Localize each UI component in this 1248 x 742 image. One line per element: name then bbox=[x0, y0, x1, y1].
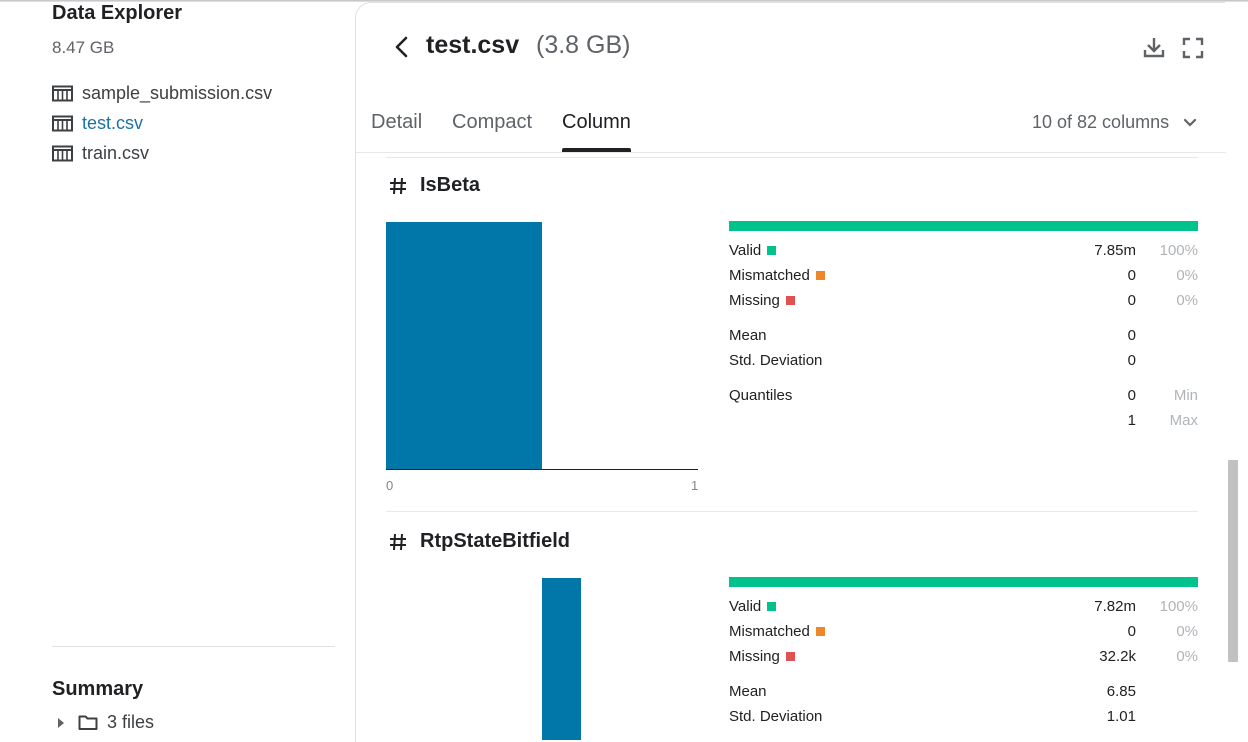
vertical-scrollbar-thumb[interactable] bbox=[1228, 460, 1238, 662]
file-label: sample_submission.csv bbox=[82, 82, 273, 103]
stat-label: Missing bbox=[729, 648, 780, 665]
download-icon[interactable] bbox=[1141, 35, 1167, 61]
missing-legend-swatch bbox=[785, 652, 795, 661]
stat-valid: Valid 7.85m 100% bbox=[729, 242, 1198, 262]
column-header: RtpStateBitfield bbox=[388, 530, 570, 553]
tab-column[interactable]: Column bbox=[562, 111, 631, 134]
stat-value: 1 bbox=[1127, 412, 1136, 429]
valid-legend-swatch bbox=[767, 602, 777, 611]
stat-percent: 0% bbox=[1176, 648, 1198, 665]
stat-label: Valid bbox=[729, 242, 762, 259]
valid-ratio-bar bbox=[729, 221, 1198, 231]
dataset-size: 8.47 GB bbox=[52, 38, 115, 57]
file-item-train[interactable]: train.csv bbox=[52, 141, 149, 165]
stat-value: 7.85m bbox=[1094, 242, 1136, 259]
fullscreen-icon[interactable] bbox=[1180, 35, 1206, 61]
histogram-bar[interactable] bbox=[386, 222, 542, 469]
folder-icon bbox=[78, 715, 98, 730]
mismatched-legend-swatch bbox=[815, 271, 825, 280]
stat-value: 0 bbox=[1127, 352, 1136, 369]
quantile-label: Min bbox=[1173, 387, 1198, 404]
histogram-isbeta: 0 1 bbox=[386, 222, 698, 493]
stat-valid: Valid 7.82m 100% bbox=[729, 598, 1198, 618]
stat-mismatched: Mismatched 0 0% bbox=[729, 623, 1198, 643]
stat-percent: 0% bbox=[1176, 623, 1198, 640]
histogram-rtpstatebitfield bbox=[386, 578, 698, 740]
histogram-bar[interactable] bbox=[542, 578, 581, 740]
stat-value: 0 bbox=[1127, 292, 1136, 309]
stat-value: 0 bbox=[1127, 267, 1136, 284]
stat-value: 7.82m bbox=[1094, 598, 1136, 615]
section-divider bbox=[386, 157, 1198, 158]
column-header: IsBeta bbox=[388, 174, 480, 197]
tab-detail[interactable]: Detail bbox=[371, 111, 422, 134]
stat-label: Valid bbox=[729, 598, 762, 615]
histogram-min-tick: 0 bbox=[386, 478, 394, 493]
valid-legend-swatch bbox=[767, 246, 777, 255]
stat-label: Quantiles bbox=[729, 387, 793, 404]
stat-mean: Mean 0 bbox=[729, 327, 1198, 347]
chevron-down-icon bbox=[1183, 118, 1197, 127]
stat-missing: Missing 32.2k 0% bbox=[729, 648, 1198, 668]
stat-value: 0 bbox=[1127, 387, 1136, 404]
numeric-hash-icon bbox=[390, 533, 406, 550]
stat-label: Mean bbox=[729, 683, 767, 700]
stat-percent: 0% bbox=[1176, 292, 1198, 309]
column-count-dropdown[interactable]: 10 of 82 columns bbox=[1032, 112, 1197, 133]
stat-missing: Missing 0 0% bbox=[729, 292, 1198, 312]
tabs-divider bbox=[356, 152, 1226, 153]
file-item-sample-submission[interactable]: sample_submission.csv bbox=[52, 81, 272, 105]
stat-std-deviation: Std. Deviation 1.01 bbox=[729, 708, 1198, 728]
missing-legend-swatch bbox=[785, 296, 795, 305]
mismatched-legend-swatch bbox=[815, 627, 825, 636]
stat-std-deviation: Std. Deviation 0 bbox=[729, 352, 1198, 372]
summary-title: Summary bbox=[52, 678, 144, 700]
column-count-label: 10 of 82 columns bbox=[1032, 112, 1170, 132]
quantile-label: Max bbox=[1169, 412, 1198, 429]
data-explorer-sidebar: Data Explorer 8.47 GB sample_submission.… bbox=[0, 0, 355, 740]
column-name: IsBeta bbox=[420, 174, 481, 196]
stat-mean: Mean 6.85 bbox=[729, 683, 1198, 703]
stat-quantiles-max: 1 Max bbox=[729, 412, 1198, 432]
stat-quantiles-min: Quantiles 0 Min bbox=[729, 387, 1198, 407]
table-icon bbox=[52, 85, 73, 101]
column-name: RtpStateBitfield bbox=[420, 530, 570, 552]
file-title: test.csv bbox=[426, 31, 520, 59]
table-icon bbox=[52, 145, 73, 161]
stat-percent: 100% bbox=[1159, 598, 1198, 615]
stat-mismatched: Mismatched 0 0% bbox=[729, 267, 1198, 287]
caret-right-icon bbox=[58, 717, 64, 728]
stat-value: 0 bbox=[1127, 327, 1136, 344]
table-icon bbox=[52, 115, 73, 131]
file-label: train.csv bbox=[82, 142, 150, 163]
file-size: (3.8 GB) bbox=[536, 31, 631, 59]
stat-label: Mismatched bbox=[729, 623, 810, 640]
stat-value: 1.01 bbox=[1106, 708, 1136, 725]
histogram-max-tick: 1 bbox=[691, 478, 699, 493]
stat-label: Mean bbox=[729, 327, 767, 344]
stat-value: 32.2k bbox=[1099, 648, 1136, 665]
sidebar-divider bbox=[52, 646, 335, 647]
file-label: test.csv bbox=[82, 112, 144, 133]
stat-value: 0 bbox=[1127, 623, 1136, 640]
back-icon[interactable] bbox=[391, 34, 413, 60]
histogram-axis bbox=[386, 469, 698, 470]
valid-ratio-bar bbox=[729, 577, 1198, 587]
numeric-hash-icon bbox=[390, 177, 406, 194]
summary-files-toggle[interactable]: 3 files bbox=[58, 712, 154, 733]
stat-label: Std. Deviation bbox=[729, 708, 823, 725]
stat-label: Mismatched bbox=[729, 267, 810, 284]
sidebar-title: Data Explorer bbox=[52, 2, 183, 24]
summary-files-label: 3 files bbox=[107, 712, 155, 732]
stat-label: Missing bbox=[729, 292, 780, 309]
tab-compact[interactable]: Compact bbox=[452, 111, 532, 134]
file-item-test[interactable]: test.csv bbox=[52, 111, 143, 135]
stat-percent: 0% bbox=[1176, 267, 1198, 284]
stat-value: 6.85 bbox=[1106, 683, 1136, 700]
stat-label: Std. Deviation bbox=[729, 352, 823, 369]
section-divider bbox=[386, 511, 1198, 512]
stat-percent: 100% bbox=[1159, 242, 1198, 259]
